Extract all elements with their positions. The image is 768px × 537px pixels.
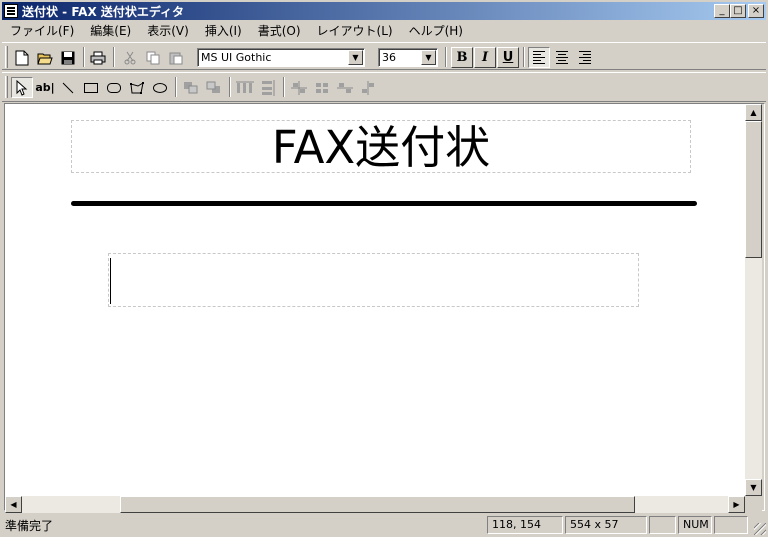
send-to-back-icon[interactable]	[203, 77, 225, 98]
save-icon[interactable]	[57, 47, 79, 68]
menu-file[interactable]: ファイル(F)	[2, 22, 82, 39]
toolbar-separator	[83, 47, 85, 67]
chevron-down-icon[interactable]: ▼	[421, 50, 436, 65]
minimize-button[interactable]: _	[714, 4, 730, 18]
app-window: 送付状 - FAX 送付状エディタ _ □ × ファイル(F) 編集(E) 表示…	[0, 0, 768, 537]
ellipse-tool-icon[interactable]	[149, 77, 171, 98]
polygon-tool-icon[interactable]	[126, 77, 148, 98]
window-title: 送付状 - FAX 送付状エディタ	[22, 4, 185, 19]
vertical-scroll-thumb[interactable]	[745, 121, 762, 258]
align-center-icon[interactable]	[551, 47, 573, 68]
num-lock-pane: NUM	[678, 516, 712, 534]
scroll-left-icon[interactable]: ◀	[5, 496, 22, 513]
editor-canvas[interactable]: FAX送付状	[5, 104, 745, 496]
rounded-rectangle-tool-icon[interactable]	[103, 77, 125, 98]
align-edges-right-icon[interactable]	[357, 77, 379, 98]
scrollbar-corner	[745, 496, 762, 513]
line-tool-icon[interactable]	[57, 77, 79, 98]
scroll-down-icon[interactable]: ▼	[745, 479, 762, 496]
align-edges-center-icon[interactable]	[311, 77, 333, 98]
text-tool-icon[interactable]: ab|	[34, 77, 56, 98]
status-bar: 準備完了 118, 154 554 x 57 NUM	[0, 514, 768, 537]
text-caret	[110, 258, 111, 304]
cut-icon[interactable]	[119, 47, 141, 68]
bold-button[interactable]: B	[451, 47, 473, 68]
vertical-scrollbar[interactable]: ▲ ▼	[745, 104, 762, 496]
app-icon[interactable]	[4, 4, 18, 18]
horizontal-rule[interactable]	[71, 201, 697, 206]
align-left-icon[interactable]	[528, 47, 550, 68]
open-folder-icon[interactable]	[34, 47, 56, 68]
caps-pane	[649, 516, 676, 534]
body-text-box[interactable]	[108, 253, 639, 307]
font-size-select[interactable]: 36 ▼	[378, 48, 438, 67]
title-bar[interactable]: 送付状 - FAX 送付状エディタ _ □ ×	[2, 2, 766, 20]
print-icon[interactable]	[87, 47, 109, 68]
paste-icon[interactable]	[165, 47, 187, 68]
align-right-icon[interactable]	[574, 47, 596, 68]
distribute-horizontal-icon[interactable]	[234, 77, 256, 98]
align-edges-middle-icon[interactable]	[334, 77, 356, 98]
menu-edit[interactable]: 編集(E)	[82, 22, 139, 39]
toolbar-grip[interactable]	[5, 76, 8, 98]
rectangle-tool-icon[interactable]	[80, 77, 102, 98]
menu-bar: ファイル(F) 編集(E) 表示(V) 挿入(I) 書式(O) レイアウト(L)…	[2, 21, 766, 40]
bring-to-front-icon[interactable]	[180, 77, 202, 98]
menu-layout[interactable]: レイアウト(L)	[309, 22, 401, 39]
standard-toolbar: MS UI Gothic ▼ 36 ▼ B I U	[2, 42, 766, 70]
maximize-button[interactable]: □	[730, 4, 746, 18]
font-name-value: MS UI Gothic	[201, 51, 272, 64]
toolbar-grip[interactable]	[5, 46, 8, 68]
italic-button[interactable]: I	[474, 47, 496, 68]
toolbar-separator	[283, 77, 285, 97]
new-file-icon[interactable]	[11, 47, 33, 68]
drawing-toolbar: ab|	[2, 72, 766, 102]
close-button[interactable]: ×	[748, 4, 764, 18]
scroll-right-icon[interactable]: ▶	[728, 496, 745, 513]
align-edges-left-icon[interactable]	[288, 77, 310, 98]
menu-insert[interactable]: 挿入(I)	[197, 22, 250, 39]
object-size-pane: 554 x 57	[565, 516, 647, 534]
toolbar-separator	[523, 47, 525, 67]
menu-view[interactable]: 表示(V)	[139, 22, 197, 39]
horizontal-scrollbar[interactable]: ◀ ▶	[5, 496, 745, 513]
font-size-value: 36	[382, 51, 396, 64]
chevron-down-icon[interactable]: ▼	[348, 50, 363, 65]
cursor-position-pane: 118, 154	[487, 516, 563, 534]
scroll-lock-pane	[714, 516, 748, 534]
resize-grip[interactable]	[754, 523, 766, 535]
toolbar-separator	[175, 77, 177, 97]
toolbar-separator	[113, 47, 115, 67]
toolbar-separator	[445, 47, 447, 67]
menu-format[interactable]: 書式(O)	[250, 22, 309, 39]
title-text-box[interactable]: FAX送付状	[71, 120, 691, 174]
distribute-vertical-icon[interactable]	[257, 77, 279, 98]
scroll-up-icon[interactable]: ▲	[745, 104, 762, 121]
menu-help[interactable]: ヘルプ(H)	[401, 22, 471, 39]
toolbar-separator	[229, 77, 231, 97]
horizontal-scroll-thumb[interactable]	[120, 496, 635, 513]
underline-button[interactable]: U	[497, 47, 519, 68]
copy-icon[interactable]	[142, 47, 164, 68]
pointer-tool-icon[interactable]	[11, 77, 33, 98]
font-name-select[interactable]: MS UI Gothic ▼	[197, 48, 365, 67]
status-message: 準備完了	[5, 519, 54, 533]
